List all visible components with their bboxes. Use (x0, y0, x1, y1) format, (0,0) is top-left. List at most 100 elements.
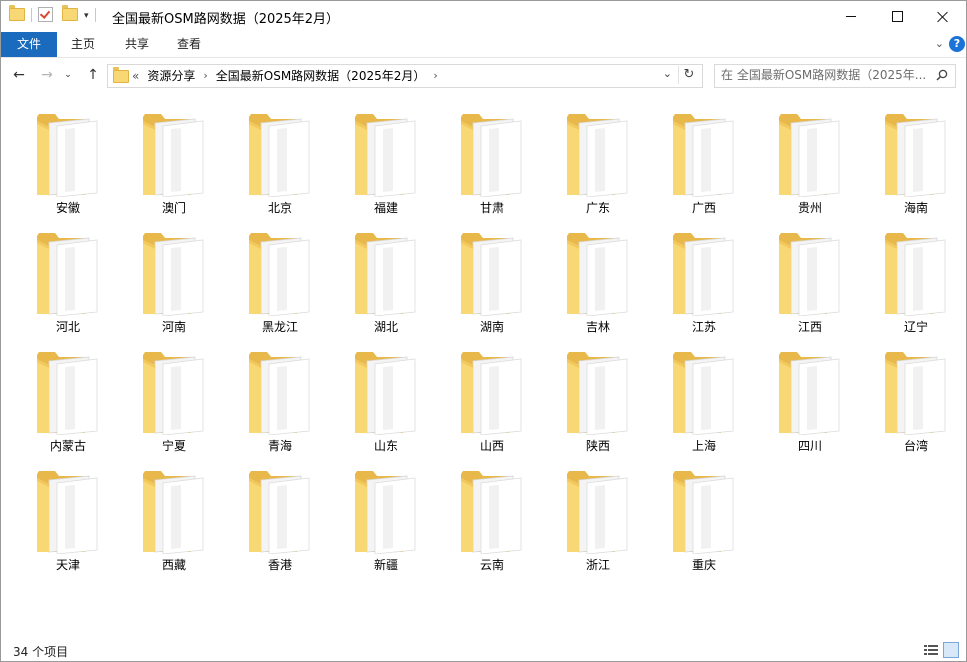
folder-label: 广东 (585, 201, 610, 215)
details-view-icon[interactable] (924, 644, 938, 656)
tab-view[interactable]: 查看 (167, 32, 211, 57)
folder-icon (113, 67, 129, 83)
minimize-icon (846, 16, 856, 17)
folder-item[interactable]: 湖北 (333, 226, 439, 345)
folder-item[interactable]: 北京 (227, 107, 333, 226)
folder-icon (885, 114, 946, 197)
divider (94, 7, 96, 22)
folder-icon (143, 471, 204, 554)
folder-item[interactable]: 山西 (439, 345, 545, 464)
folder-label: 陕西 (585, 439, 610, 453)
folder-item[interactable]: 青海 (227, 345, 333, 464)
close-icon (937, 11, 949, 23)
folder-item[interactable]: 江西 (757, 226, 863, 345)
search-icon[interactable] (936, 69, 948, 81)
folder-item[interactable]: 新疆 (333, 464, 439, 583)
tab-share[interactable]: 共享 (115, 32, 159, 57)
folder-item[interactable]: 海南 (863, 107, 966, 226)
folder-item[interactable]: 宁夏 (121, 345, 227, 464)
folder-item[interactable]: 湖南 (439, 226, 545, 345)
folder-icon (885, 233, 946, 316)
folder-label: 江西 (797, 320, 822, 334)
properties-icon[interactable] (38, 7, 53, 22)
maximize-button[interactable] (874, 1, 920, 32)
help-icon[interactable]: ? (949, 36, 965, 52)
back-button[interactable]: ← (9, 65, 29, 85)
folder-item[interactable]: 香港 (227, 464, 333, 583)
folder-item[interactable]: 黑龙江 (227, 226, 333, 345)
folder-item[interactable]: 浙江 (545, 464, 651, 583)
folder-item[interactable]: 广西 (651, 107, 757, 226)
folder-icon (143, 233, 204, 316)
new-folder-icon[interactable] (62, 5, 78, 21)
window-title: 全国最新OSM路网数据（2025年2月） (112, 12, 340, 27)
tab-home[interactable]: 主页 (61, 32, 105, 57)
folder-label: 湖北 (373, 320, 398, 334)
up-button[interactable]: ↑ (83, 65, 103, 85)
folder-item[interactable]: 天津 (15, 464, 121, 583)
folder-label: 湖南 (479, 320, 504, 334)
folder-icon (461, 114, 522, 197)
folder-item[interactable]: 江苏 (651, 226, 757, 345)
folder-icon (249, 233, 310, 316)
folder-icon (779, 233, 840, 316)
folder-label: 新疆 (373, 558, 398, 572)
folder-item[interactable]: 内蒙古 (15, 345, 121, 464)
folder-item[interactable]: 澳门 (121, 107, 227, 226)
folder-icon (567, 352, 628, 435)
folder-icon (567, 233, 628, 316)
folder-item[interactable]: 四川 (757, 345, 863, 464)
breadcrumb-item-resource-share[interactable]: 资源分享 (147, 67, 195, 85)
folder-label: 吉林 (585, 320, 610, 334)
folder-item[interactable]: 河北 (15, 226, 121, 345)
expand-ribbon-icon[interactable]: ⌄ (935, 37, 944, 50)
folder-item[interactable]: 福建 (333, 107, 439, 226)
folder-icon (355, 471, 416, 554)
address-dropdown-icon[interactable]: ⌄ (663, 67, 672, 80)
folder-label: 西藏 (161, 558, 186, 572)
folder-item[interactable]: 贵州 (757, 107, 863, 226)
minimize-button[interactable] (828, 1, 874, 32)
folder-item[interactable]: 广东 (545, 107, 651, 226)
folder-icon (37, 352, 98, 435)
tab-file[interactable]: 文件 (1, 32, 57, 57)
search-box[interactable] (714, 64, 956, 88)
folder-item[interactable]: 重庆 (651, 464, 757, 583)
folder-icon (9, 5, 25, 21)
forward-button[interactable]: → (37, 65, 57, 85)
folder-icon (249, 352, 310, 435)
folder-item[interactable]: 山东 (333, 345, 439, 464)
folder-item[interactable]: 辽宁 (863, 226, 966, 345)
folder-item[interactable]: 台湾 (863, 345, 966, 464)
folder-item[interactable]: 安徽 (15, 107, 121, 226)
breadcrumb-separator-icon[interactable]: › (433, 67, 437, 85)
folder-label: 山西 (479, 439, 504, 453)
folder-item[interactable]: 上海 (651, 345, 757, 464)
folder-item[interactable]: 云南 (439, 464, 545, 583)
refresh-button[interactable]: ↻ (678, 66, 699, 84)
recent-locations-icon[interactable]: ⌄ (61, 65, 75, 85)
folder-label: 海南 (903, 201, 928, 215)
folder-item[interactable]: 陕西 (545, 345, 651, 464)
breadcrumb-overflow[interactable]: « (132, 67, 139, 85)
folder-label: 甘肃 (479, 201, 504, 215)
folder-label: 北京 (267, 201, 292, 215)
folder-label: 云南 (479, 558, 504, 572)
folder-label: 重庆 (691, 558, 716, 572)
folder-item[interactable]: 西藏 (121, 464, 227, 583)
breadcrumb: « 资源分享 › 全国最新OSM路网数据（2025年2月） › (132, 67, 446, 85)
folder-label: 河南 (161, 320, 186, 334)
breadcrumb-item-current-folder[interactable]: 全国最新OSM路网数据（2025年2月） (216, 67, 426, 85)
address-bar[interactable]: « 资源分享 › 全国最新OSM路网数据（2025年2月） › ⌄ ↻ (107, 64, 703, 88)
large-icons-view-icon[interactable] (943, 642, 959, 658)
folder-icon (143, 352, 204, 435)
folder-item[interactable]: 河南 (121, 226, 227, 345)
qat-dropdown-icon[interactable]: ▾ (84, 11, 89, 21)
navigation-bar: ← → ⌄ ↑ « 资源分享 › 全国最新OSM路网数据（2025年2月） › … (1, 60, 966, 91)
folder-item[interactable]: 甘肃 (439, 107, 545, 226)
folder-item[interactable]: 吉林 (545, 226, 651, 345)
folder-icon (779, 352, 840, 435)
search-input[interactable] (721, 67, 931, 83)
breadcrumb-separator-icon[interactable]: › (203, 67, 207, 85)
close-button[interactable] (920, 1, 966, 32)
